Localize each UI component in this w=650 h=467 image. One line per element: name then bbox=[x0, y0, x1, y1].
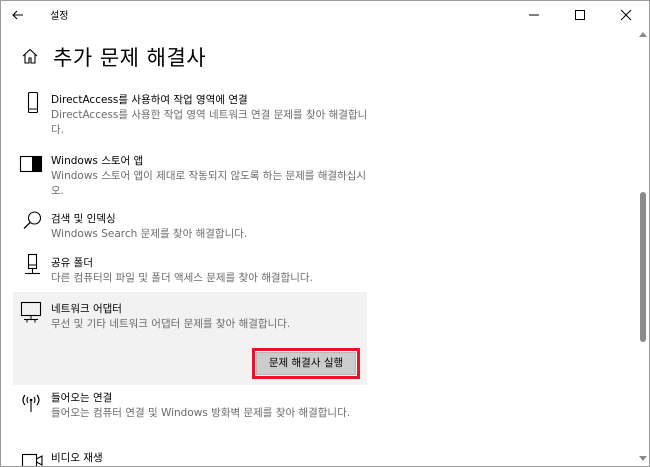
scrollbar[interactable] bbox=[637, 29, 649, 466]
troubleshooter-directaccess[interactable]: DirectAccess를 사용하여 작업 영역에 연결 DirectAcces… bbox=[13, 89, 367, 141]
item-description: DirectAccess를 사용한 작업 영역 네트워크 연결 문제를 찾아 해… bbox=[51, 109, 368, 136]
troubleshooter-incoming-connections[interactable]: 들어오는 연결 들어오는 컴퓨터 연결 및 Windows 방화벽 문제를 찾아… bbox=[13, 387, 367, 437]
back-button[interactable] bbox=[7, 4, 29, 26]
maximize-icon bbox=[575, 10, 585, 20]
item-title: 검색 및 인덱싱 bbox=[51, 213, 116, 225]
app-title: 설정 bbox=[50, 11, 69, 22]
shared-folder-icon bbox=[21, 253, 45, 277]
troubleshooter-shared-folders[interactable]: 공유 폴더 다른 컴퓨터의 파일 및 폴더 액세스 문제를 찾아 해결합니다. bbox=[13, 252, 367, 290]
item-title: 공유 폴더 bbox=[51, 257, 93, 269]
item-title: 들어오는 연결 bbox=[51, 392, 113, 404]
item-description: 들어오는 컴퓨터 연결 및 Windows 방화벽 문제를 찾아 해결합니다. bbox=[51, 407, 351, 419]
item-description: 무선 및 기타 네트워크 어댑터 문제를 찾아 해결합니다. bbox=[51, 318, 291, 330]
close-button[interactable] bbox=[603, 1, 649, 29]
minimize-icon bbox=[529, 14, 539, 16]
minimize-button[interactable] bbox=[511, 1, 557, 29]
item-description: Windows Search 문제를 찾아 해결합니다. bbox=[51, 228, 248, 240]
scroll-up-icon[interactable] bbox=[639, 31, 647, 37]
item-title: DirectAccess를 사용하여 작업 영역에 연결 bbox=[51, 94, 248, 106]
item-title: 비디오 재생 bbox=[51, 452, 103, 464]
item-title: Windows 스토어 앱 bbox=[51, 155, 144, 167]
phone-icon bbox=[21, 91, 45, 115]
network-adapter-icon bbox=[19, 300, 43, 324]
search-icon bbox=[21, 209, 45, 233]
close-icon bbox=[620, 9, 632, 21]
troubleshooter-windows-store-apps[interactable]: Windows 스토어 앱 Windows 스토어 앱이 제대로 작동되지 않도… bbox=[13, 150, 367, 200]
video-icon bbox=[21, 453, 45, 466]
home-icon bbox=[22, 48, 38, 64]
troubleshooter-video-playback[interactable]: 비디오 재생 bbox=[13, 447, 367, 466]
item-description: 다른 컴퓨터의 파일 및 폴더 액세스 문제를 찾아 해결합니다. bbox=[51, 272, 313, 284]
home-button[interactable] bbox=[21, 47, 39, 65]
item-title: 네트워크 어댑터 bbox=[51, 303, 122, 315]
scroll-thumb[interactable] bbox=[640, 192, 646, 342]
back-arrow-icon bbox=[12, 10, 23, 20]
page-title: 추가 문제 해결사 bbox=[53, 46, 207, 70]
troubleshooter-search-indexing[interactable]: 검색 및 인덱싱 Windows Search 문제를 찾아 해결합니다. bbox=[13, 208, 367, 246]
item-description: Windows 스토어 앱이 제대로 작동되지 않도록 하는 문제를 해결하십시… bbox=[51, 170, 367, 197]
settings-window: 설정 추가 문제 해결사 DirectAccess를 사용하여 작업 영역에 연… bbox=[0, 0, 650, 467]
title-bar: 설정 bbox=[1, 1, 649, 29]
store-app-icon bbox=[19, 152, 43, 176]
scroll-down-icon[interactable] bbox=[639, 456, 647, 462]
maximize-button[interactable] bbox=[557, 1, 603, 29]
run-troubleshooter-button[interactable]: 문제 해결사 실행 bbox=[256, 352, 356, 375]
incoming-connection-icon bbox=[19, 390, 43, 414]
